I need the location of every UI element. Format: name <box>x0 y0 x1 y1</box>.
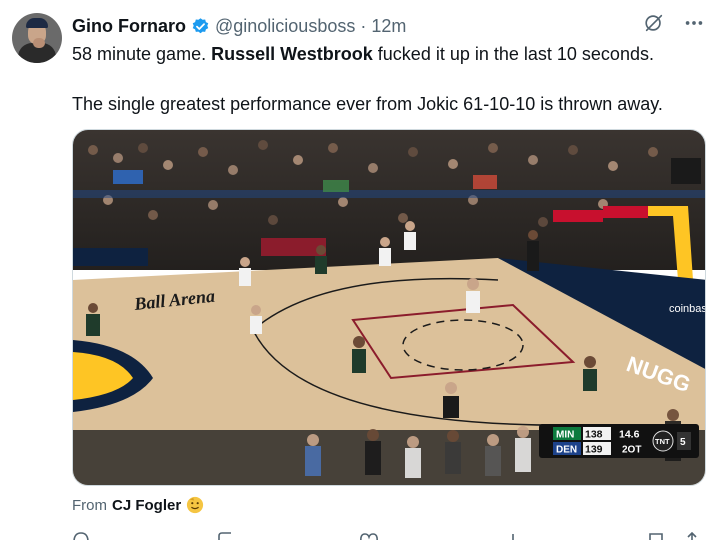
source-avatar-icon[interactable] <box>186 496 204 514</box>
like-icon[interactable] <box>359 532 379 540</box>
attribution-prefix: From <box>72 496 107 514</box>
tweet-top-actions <box>643 12 705 34</box>
shot-clock: 5 <box>680 437 686 448</box>
author-avatar[interactable] <box>12 13 62 63</box>
mention-bold: Russell Westbrook <box>211 44 373 64</box>
attribution: From CJ Fogler <box>72 496 204 514</box>
tweet-time[interactable]: 12m <box>371 16 406 37</box>
team2-score: 139 <box>585 444 603 456</box>
author-handle[interactable]: @ginoliciousboss <box>215 16 355 37</box>
coinbase-ad: coinbase <box>669 303 706 315</box>
network-logo: TNT <box>655 437 670 446</box>
team1-abbr: MIN <box>556 430 574 441</box>
tweet-paragraph-1: 58 minute game. Russell Westbrook fucked… <box>72 44 654 64</box>
reply-icon[interactable] <box>72 532 90 540</box>
grok-icon[interactable] <box>643 12 665 34</box>
share-icon[interactable] <box>684 532 700 540</box>
views-icon[interactable] <box>506 532 520 540</box>
game-clock: 14.6 <box>619 429 640 441</box>
more-icon[interactable] <box>683 12 705 34</box>
tweet-paragraph-2: The single greatest performance ever fro… <box>72 94 663 114</box>
repost-icon[interactable] <box>217 532 239 540</box>
team1-score: 138 <box>585 429 603 441</box>
bookmark-icon[interactable] <box>648 532 664 540</box>
basketball-court-scene: NUGG coinbase Ball Arena <box>73 130 706 485</box>
separator-dot: · <box>360 15 367 36</box>
team2-abbr: DEN <box>556 445 577 456</box>
verified-badge-icon <box>192 17 209 33</box>
tweet-text: 58 minute game. Russell Westbrook fucked… <box>72 42 708 116</box>
score-bug: MIN DEN 138 139 14.6 2OT TNT 5 <box>539 424 699 458</box>
period: 2OT <box>622 445 641 456</box>
attribution-source[interactable]: CJ Fogler <box>112 497 181 514</box>
tweet-header: Gino Fornaro @ginoliciousboss · 12m <box>72 14 406 38</box>
author-name[interactable]: Gino Fornaro <box>72 16 186 37</box>
tweet-video[interactable]: NUGG coinbase Ball Arena <box>72 129 706 486</box>
engagement-bar-partial <box>72 528 708 540</box>
